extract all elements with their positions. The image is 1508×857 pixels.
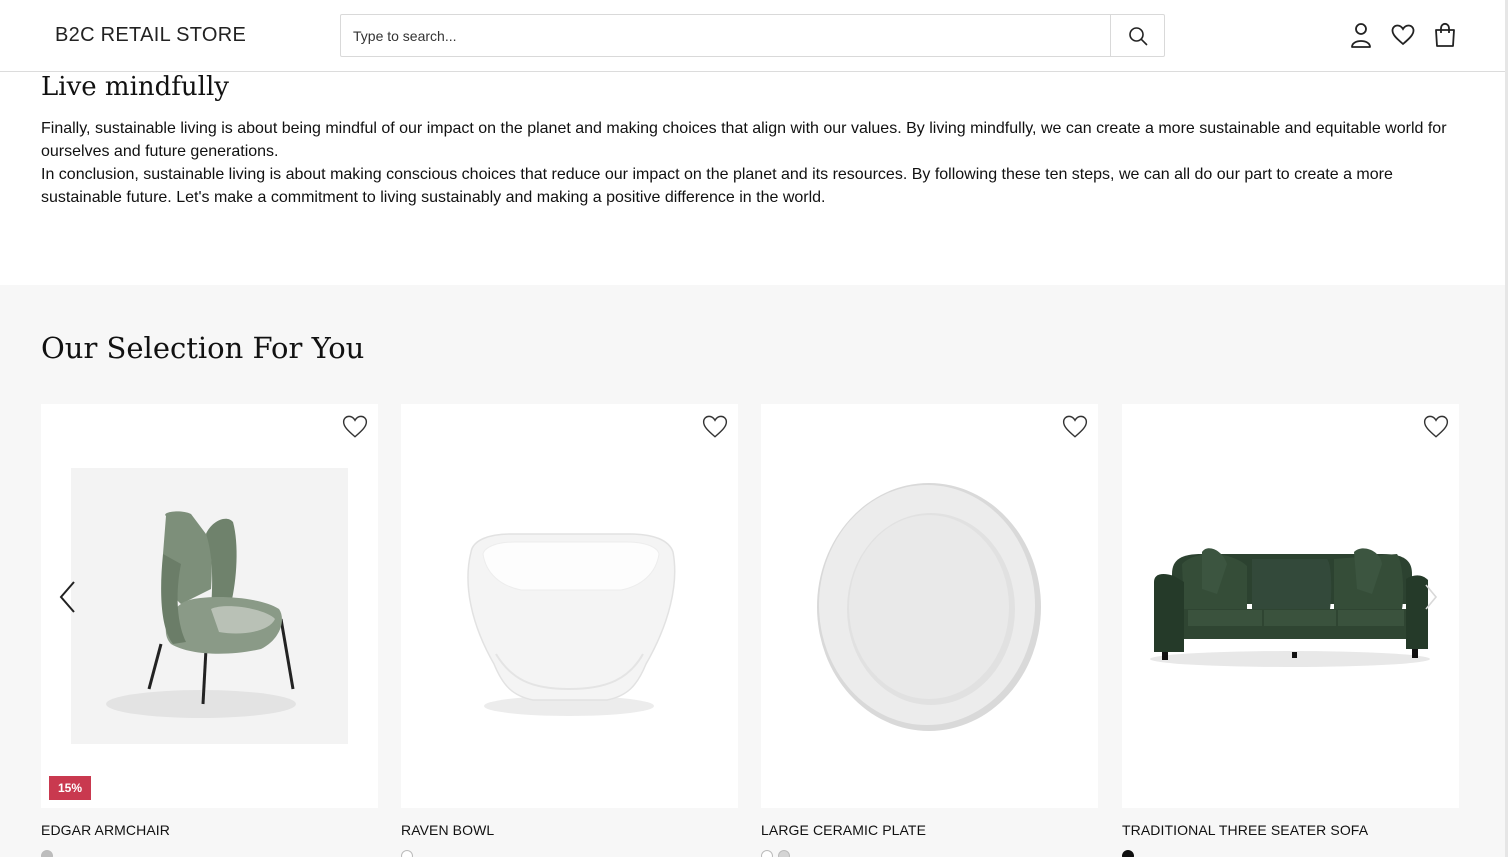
product-card[interactable]: 15% [41,404,378,808]
product-card[interactable] [761,404,1098,808]
add-to-wishlist-button[interactable] [1423,414,1449,440]
discount-badge: 15% [49,776,92,800]
heart-icon [1423,415,1449,438]
article-body: Finally, sustainable living is about bei… [41,117,1471,209]
section-title: Our Selection For You [41,331,365,365]
heart-icon [1062,415,1088,438]
carousel-prev-button[interactable] [53,577,83,617]
wishlist-button[interactable] [1390,22,1416,48]
heart-icon [342,415,368,438]
article-heading: Live mindfully [41,72,229,102]
user-icon [1351,23,1371,48]
carousel-next-button[interactable] [1420,577,1450,617]
store-logo[interactable]: B2C RETAIL STORE [55,24,246,47]
chevron-right-icon [1425,584,1438,610]
chevron-left-icon [59,581,75,613]
product-name[interactable]: EDGAR ARMCHAIR [41,822,170,838]
product-image-plate [817,483,1041,731]
product-selection-section: Our Selection For You 15% EDGAR ARMCHAIR… [0,285,1505,857]
product-name[interactable]: TRADITIONAL THREE SEATER SOFA [1122,822,1368,838]
add-to-wishlist-button[interactable] [342,414,368,440]
add-to-wishlist-button[interactable] [702,414,728,440]
cart-button[interactable] [1432,22,1458,48]
account-button[interactable] [1348,22,1374,48]
color-swatch[interactable] [401,850,413,857]
add-to-wishlist-button[interactable] [1062,414,1088,440]
color-swatch[interactable] [1122,850,1134,857]
search-bar [340,14,1165,57]
article-paragraph: Finally, sustainable living is about bei… [41,120,1447,160]
search-button[interactable] [1110,15,1164,56]
product-card[interactable] [401,404,738,808]
search-input[interactable] [341,15,1111,56]
product-name[interactable]: LARGE CERAMIC PLATE [761,822,926,838]
product-card[interactable] [1122,404,1459,808]
shopping-bag-icon [1435,22,1455,47]
color-swatch[interactable] [41,850,53,857]
article-paragraph: In conclusion, sustainable living is abo… [41,166,1393,206]
product-image-armchair [71,468,348,744]
product-image-bowl [467,533,676,716]
heart-icon [702,415,728,438]
color-swatch[interactable] [761,850,773,857]
product-image-sofa [1150,548,1430,667]
search-icon [1128,26,1147,45]
site-header: B2C RETAIL STORE [0,0,1505,72]
product-name[interactable]: RAVEN BOWL [401,822,494,838]
heart-icon [1391,24,1415,46]
color-swatch[interactable] [778,850,790,857]
